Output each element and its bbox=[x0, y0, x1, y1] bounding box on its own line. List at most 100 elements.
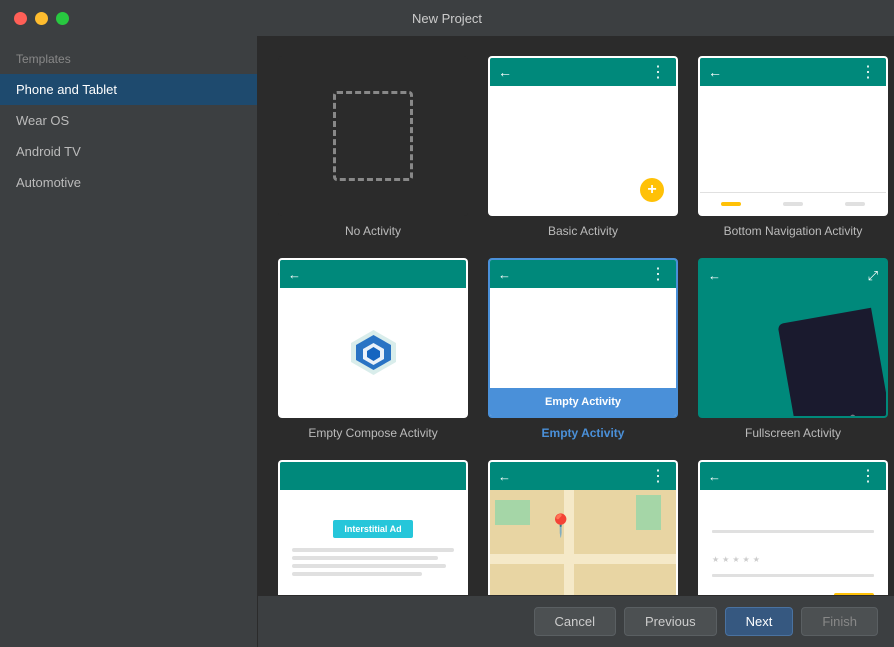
empty-toolbar: ← ⋮ bbox=[490, 260, 676, 288]
fullscreen-back-icon: ← bbox=[708, 268, 721, 283]
selected-label-bar: Empty Activity bbox=[490, 388, 676, 416]
basic-content: + bbox=[490, 86, 676, 214]
fab-icon: + bbox=[640, 178, 664, 202]
template-empty-compose-activity[interactable]: ← Empty Compose Activity bbox=[278, 258, 468, 440]
template-thumb-empty-compose: ← bbox=[278, 258, 468, 418]
line-1 bbox=[292, 548, 454, 552]
next-button[interactable]: Next bbox=[725, 607, 794, 636]
interstitial-lines bbox=[280, 538, 466, 586]
maps-back-icon: ← bbox=[498, 469, 511, 484]
sidebar-item-phone-tablet[interactable]: Phone and Tablet bbox=[0, 74, 257, 105]
map-pin-icon: 📍 bbox=[547, 515, 574, 537]
line-2 bbox=[292, 556, 438, 560]
main-container: Templates Phone and Tablet Wear OS Andro… bbox=[0, 36, 894, 647]
window-controls[interactable] bbox=[14, 12, 69, 25]
phone-mockup bbox=[777, 308, 888, 418]
login-password-dots: ★★★★★ bbox=[712, 555, 874, 564]
bottom-nav-bar bbox=[700, 192, 886, 214]
line-4 bbox=[292, 572, 422, 576]
compose-logo-icon bbox=[346, 325, 401, 380]
login-content: ★★★★★ bbox=[700, 490, 886, 595]
template-label-no-activity: No Activity bbox=[345, 224, 401, 238]
template-label-fullscreen: Fullscreen Activity bbox=[745, 426, 841, 440]
overflow-menu-icon: ⋮ bbox=[860, 62, 878, 82]
template-label-empty-compose: Empty Compose Activity bbox=[308, 426, 437, 440]
sidebar-item-wear-os[interactable]: Wear OS bbox=[0, 105, 257, 136]
template-empty-activity[interactable]: ← ⋮ Empty Activity Empty Activity bbox=[488, 258, 678, 440]
map-green-1 bbox=[495, 500, 530, 525]
template-fullscreen-activity[interactable]: ← ⤢ Fullscreen Activity bbox=[698, 258, 888, 440]
login-gap bbox=[712, 541, 874, 547]
nav-dot-active bbox=[721, 202, 741, 206]
nav-item-3 bbox=[824, 193, 886, 214]
template-thumb-basic-activity: ← ⋮ + bbox=[488, 56, 678, 216]
road-v bbox=[564, 490, 574, 595]
sidebar-section-label: Templates bbox=[0, 36, 257, 74]
nav-item-2 bbox=[762, 193, 824, 214]
bottom-nav-toolbar: ← ⋮ bbox=[700, 58, 886, 86]
empty-content bbox=[490, 288, 676, 388]
basic-toolbar: ← ⋮ bbox=[490, 58, 676, 86]
maps-overflow-icon: ⋮ bbox=[650, 466, 668, 486]
template-thumb-fullscreen: ← ⤢ bbox=[698, 258, 888, 418]
interstitial-header bbox=[280, 462, 466, 490]
template-google-maps[interactable]: ← ⋮ 📍 Google Maps Activity bbox=[488, 460, 678, 595]
nav-item-1 bbox=[700, 193, 762, 214]
minimize-button[interactable] bbox=[35, 12, 48, 25]
fullscreen-expand-icon: ⤢ bbox=[868, 268, 878, 284]
empty-back-icon: ← bbox=[498, 267, 511, 282]
template-label-bottom-nav: Bottom Navigation Activity bbox=[724, 224, 863, 238]
cancel-button[interactable]: Cancel bbox=[534, 607, 616, 636]
template-interstitial-ad[interactable]: Interstitial Ad Interstitial Ad bbox=[278, 460, 468, 595]
content-area: No Activity ← ⋮ + Basic Activity bbox=[258, 36, 894, 647]
login-password-line bbox=[712, 574, 874, 577]
sidebar-item-automotive[interactable]: Automotive bbox=[0, 167, 257, 198]
interstitial-ad-banner: Interstitial Ad bbox=[333, 520, 413, 538]
previous-button[interactable]: Previous bbox=[624, 607, 717, 636]
no-activity-placeholder bbox=[333, 91, 413, 181]
template-thumb-no-activity bbox=[278, 56, 468, 216]
template-label-basic-activity: Basic Activity bbox=[548, 224, 618, 238]
template-thumb-interstitial: Interstitial Ad bbox=[278, 460, 468, 595]
login-header: ← ⋮ bbox=[700, 462, 886, 490]
phone-nav-dots bbox=[830, 414, 855, 418]
template-thumb-maps: ← ⋮ 📍 bbox=[488, 460, 678, 595]
sidebar: Templates Phone and Tablet Wear OS Andro… bbox=[0, 36, 258, 647]
window-title: New Project bbox=[412, 11, 482, 26]
empty-overflow-icon: ⋮ bbox=[650, 264, 668, 284]
close-button[interactable] bbox=[14, 12, 27, 25]
compose-header: ← bbox=[280, 260, 466, 288]
template-bottom-nav-activity[interactable]: ← ⋮ bbox=[698, 56, 888, 238]
template-thumb-bottom-nav: ← ⋮ bbox=[698, 56, 888, 216]
login-username-field bbox=[712, 530, 874, 533]
line-3 bbox=[292, 564, 446, 568]
road-h bbox=[490, 554, 676, 564]
maps-header: ← ⋮ bbox=[490, 462, 676, 490]
login-btn-row bbox=[712, 593, 874, 595]
compose-back-icon: ← bbox=[288, 267, 301, 282]
login-spacer bbox=[712, 502, 874, 522]
overflow-menu-icon: ⋮ bbox=[650, 62, 668, 82]
finish-button[interactable]: Finish bbox=[801, 607, 878, 636]
login-overflow-icon: ⋮ bbox=[860, 466, 878, 486]
maps-content: 📍 bbox=[490, 490, 676, 595]
template-login-activity[interactable]: ← ⋮ ★★★★★ Login Activity bbox=[698, 460, 888, 595]
map-green-2 bbox=[636, 495, 661, 530]
template-thumb-login: ← ⋮ ★★★★★ bbox=[698, 460, 888, 595]
selected-label-text: Empty Activity bbox=[545, 396, 621, 408]
maximize-button[interactable] bbox=[56, 12, 69, 25]
template-label-empty-activity: Empty Activity bbox=[542, 426, 625, 440]
nav-dot-inactive-2 bbox=[845, 202, 865, 206]
template-thumb-empty-activity: ← ⋮ Empty Activity bbox=[488, 258, 678, 418]
template-no-activity[interactable]: No Activity bbox=[278, 56, 468, 238]
nav-dot-inactive-1 bbox=[783, 202, 803, 206]
login-back-icon: ← bbox=[708, 469, 721, 484]
template-basic-activity[interactable]: ← ⋮ + Basic Activity bbox=[488, 56, 678, 238]
back-arrow-icon: ← bbox=[708, 64, 722, 80]
login-submit-btn bbox=[834, 593, 874, 595]
title-bar: New Project bbox=[0, 0, 894, 36]
footer: Cancel Previous Next Finish bbox=[258, 595, 894, 647]
templates-grid: No Activity ← ⋮ + Basic Activity bbox=[258, 36, 894, 595]
sidebar-item-android-tv[interactable]: Android TV bbox=[0, 136, 257, 167]
back-arrow-icon: ← bbox=[498, 64, 512, 80]
